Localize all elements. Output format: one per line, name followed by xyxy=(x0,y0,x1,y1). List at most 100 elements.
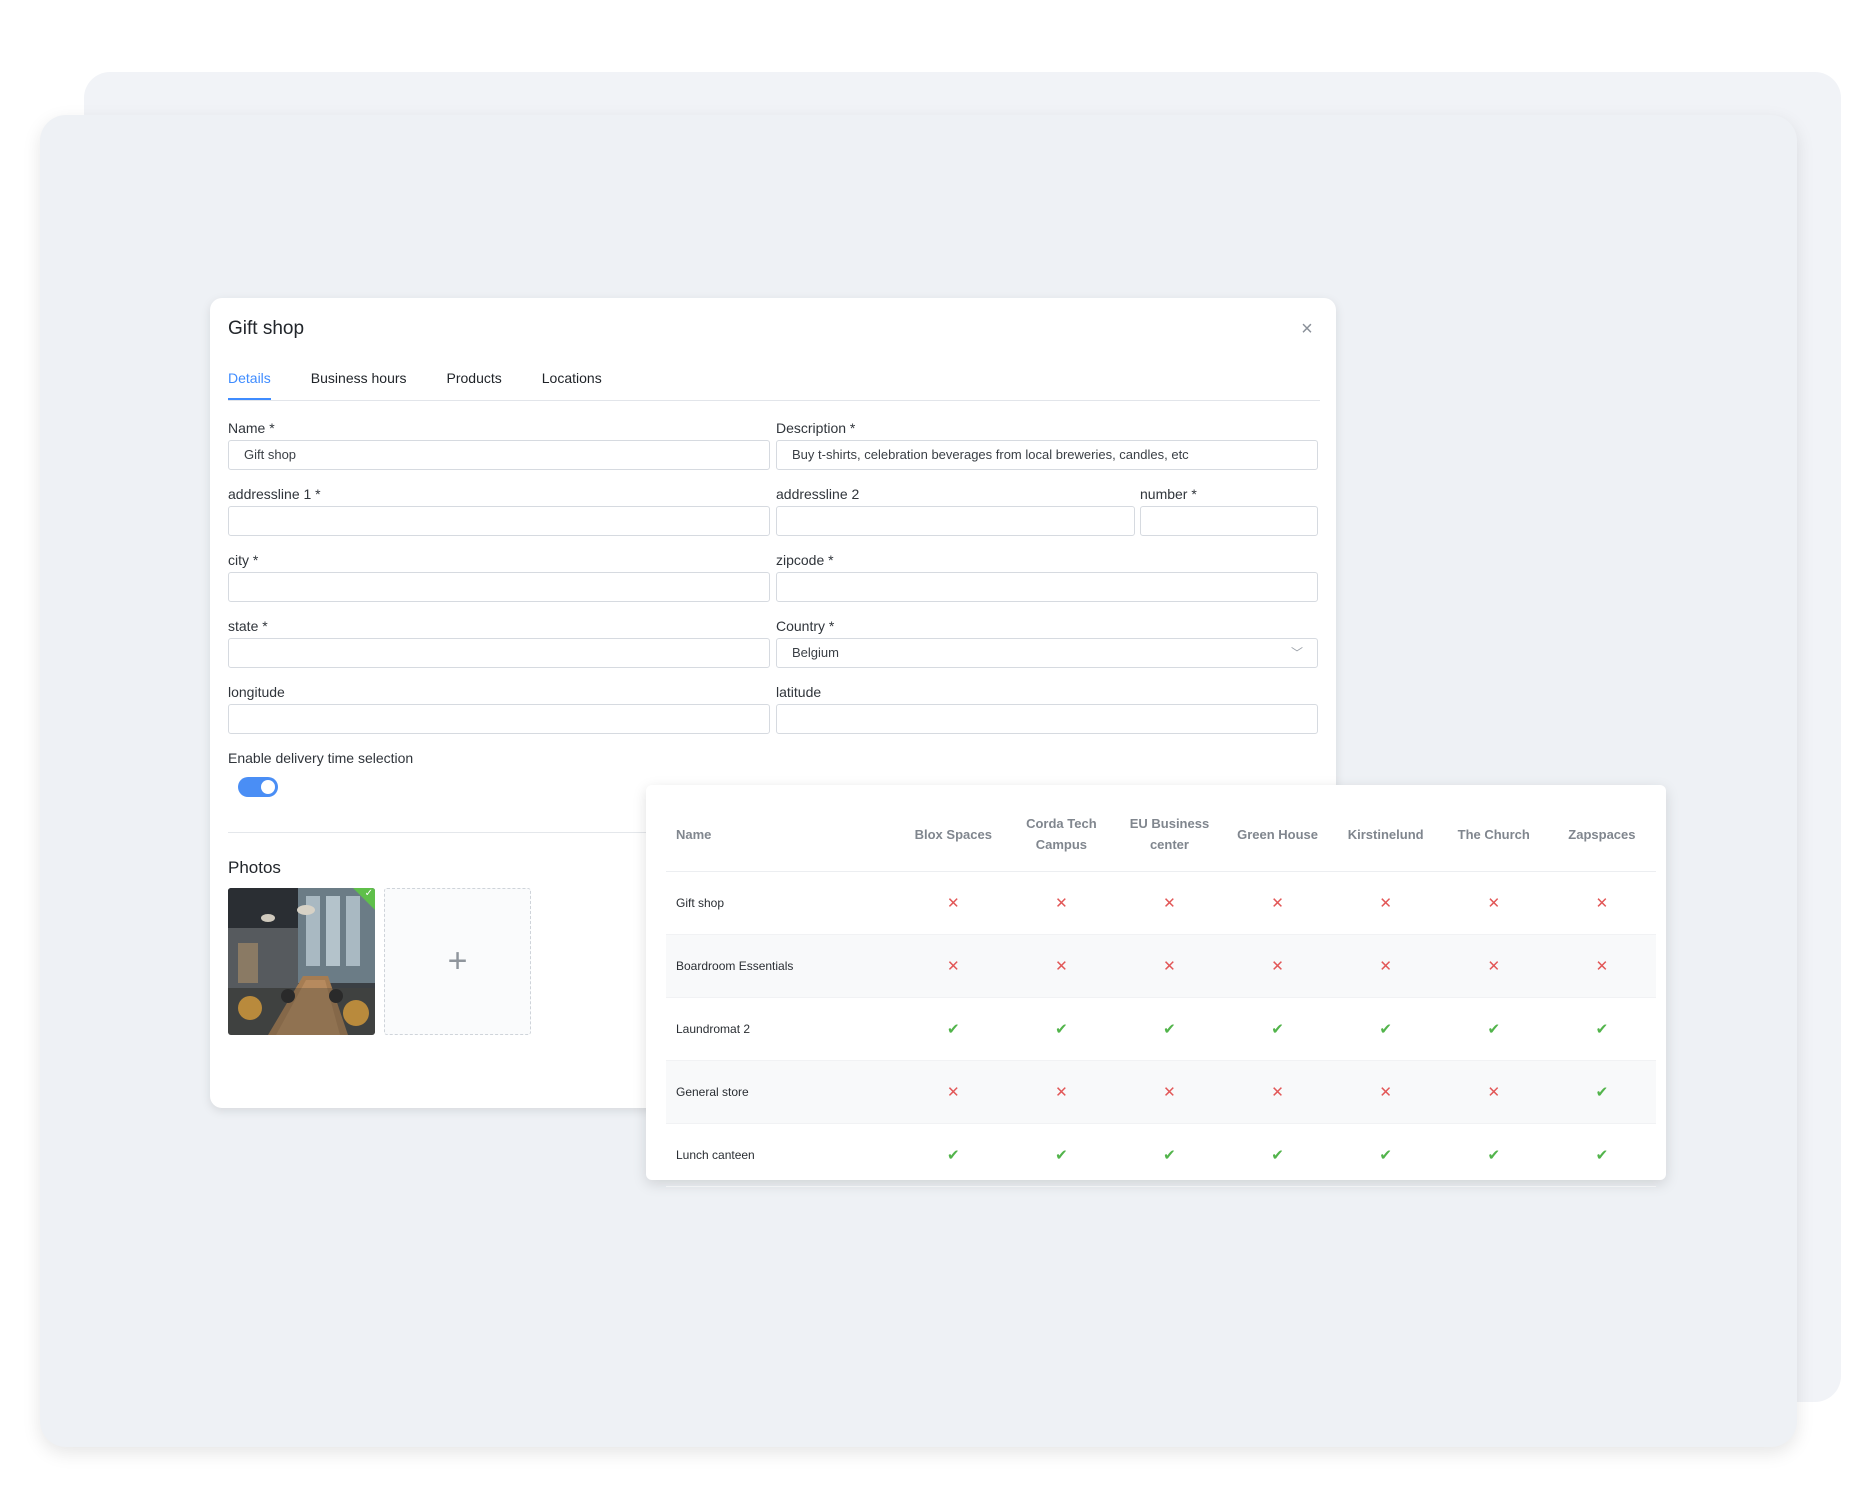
availability-cell: ✔ xyxy=(1115,997,1224,1061)
delivery-time-toggle[interactable] xyxy=(238,777,278,797)
toggle-knob xyxy=(261,780,275,794)
office-photo-image xyxy=(228,888,375,1035)
tab-details[interactable]: Details xyxy=(228,370,271,400)
checkmark-icon: ✔ xyxy=(1055,1147,1068,1164)
table-row: Gift shop ✕ ✕ ✕ ✕ ✕ ✕ ✕ xyxy=(666,871,1656,935)
table-row: Lunch canteen ✔ ✔ ✔ ✔ ✔ ✔ ✔ xyxy=(666,1123,1656,1187)
state-input[interactable] xyxy=(228,638,770,668)
tab-business-hours[interactable]: Business hours xyxy=(311,370,407,400)
name-label: Name * xyxy=(228,420,275,436)
modal-title: Gift shop xyxy=(228,318,305,339)
cross-icon: ✕ xyxy=(946,1084,960,1101)
availability-cell: ✔ xyxy=(1007,997,1116,1061)
availability-cell: ✔ xyxy=(1331,1123,1440,1187)
row-name-cell: General store xyxy=(666,1060,900,1124)
cross-icon: ✕ xyxy=(946,895,960,912)
cross-icon: ✕ xyxy=(1487,958,1501,975)
add-photo-button[interactable]: + xyxy=(384,888,531,1035)
photo-thumbnail[interactable]: ✓ xyxy=(228,888,375,1035)
availability-cell: ✔ xyxy=(1007,1123,1116,1187)
column-header: The Church xyxy=(1439,797,1548,872)
availability-cell: ✕ xyxy=(899,1060,1008,1124)
addressline1-input[interactable] xyxy=(228,506,770,536)
number-input[interactable] xyxy=(1140,506,1318,536)
cross-icon: ✕ xyxy=(1595,895,1609,912)
checkmark-icon: ✔ xyxy=(946,1147,960,1164)
latitude-input[interactable] xyxy=(776,704,1318,734)
checkmark-icon: ✔ xyxy=(1487,1147,1501,1164)
availability-cell: ✕ xyxy=(1223,1060,1332,1124)
cross-icon: ✕ xyxy=(1487,895,1501,912)
zipcode-input[interactable] xyxy=(776,572,1318,602)
chevron-down-icon: ﹀ xyxy=(1290,646,1303,660)
country-selected-value: Belgium xyxy=(792,645,839,660)
city-input[interactable] xyxy=(228,572,770,602)
availability-cell: ✔ xyxy=(1439,997,1548,1061)
plus-icon: + xyxy=(447,942,468,980)
cross-icon: ✕ xyxy=(1379,1084,1392,1101)
availability-cell: ✔ xyxy=(1547,1060,1656,1124)
availability-cell: ✕ xyxy=(899,934,1008,998)
longitude-input[interactable] xyxy=(228,704,770,734)
checkmark-icon: ✔ xyxy=(1163,1147,1176,1164)
cross-icon: ✕ xyxy=(1055,1084,1068,1101)
zipcode-label: zipcode * xyxy=(776,552,834,568)
availability-cell: ✔ xyxy=(1115,1123,1224,1187)
availability-cell: ✔ xyxy=(899,997,1008,1061)
availability-cell: ✔ xyxy=(1547,1123,1656,1187)
table-header-row: Name Blox Spaces Corda Tech Campus EU Bu… xyxy=(666,797,1656,872)
cross-icon: ✕ xyxy=(1379,958,1392,975)
availability-cell: ✕ xyxy=(1007,934,1116,998)
checkmark-icon: ✔ xyxy=(1163,1021,1176,1038)
checkmark-icon: ✔ xyxy=(1379,1147,1392,1164)
table-row: Boardroom Essentials ✕ ✕ ✕ ✕ ✕ ✕ ✕ xyxy=(666,934,1656,998)
checkmark-icon: ✔ xyxy=(1595,1021,1609,1038)
column-header: EU Business center xyxy=(1115,797,1224,872)
city-label: city * xyxy=(228,552,259,568)
latitude-label: latitude xyxy=(776,684,822,700)
availability-cell: ✕ xyxy=(1547,871,1656,935)
availability-cell: ✔ xyxy=(1223,1123,1332,1187)
tab-locations[interactable]: Locations xyxy=(542,370,602,400)
availability-cell: ✕ xyxy=(1439,1060,1548,1124)
checkmark-icon: ✔ xyxy=(1271,1147,1284,1164)
description-label: Description * xyxy=(776,420,856,436)
availability-cell: ✕ xyxy=(1331,871,1440,935)
availability-cell: ✕ xyxy=(1223,871,1332,935)
availability-cell: ✕ xyxy=(899,871,1008,935)
column-header: Blox Spaces xyxy=(899,797,1008,872)
longitude-label: longitude xyxy=(228,684,285,700)
cross-icon: ✕ xyxy=(1379,895,1392,912)
addressline2-label: addressline 2 xyxy=(776,486,860,502)
row-name-cell: Laundromat 2 xyxy=(666,997,900,1061)
addressline2-input[interactable] xyxy=(776,506,1135,536)
close-icon[interactable]: × xyxy=(1296,318,1318,340)
tab-products[interactable]: Products xyxy=(447,370,502,400)
country-label: Country * xyxy=(776,618,835,634)
table-row: General store ✕ ✕ ✕ ✕ ✕ ✕ ✔ xyxy=(666,1060,1656,1124)
cross-icon: ✕ xyxy=(1163,895,1176,912)
checkmark-icon: ✓ xyxy=(364,888,373,899)
country-select[interactable]: Belgium ﹀ xyxy=(776,638,1318,668)
description-input[interactable]: Buy t-shirts, celebration beverages from… xyxy=(776,440,1318,470)
cross-icon: ✕ xyxy=(1487,1084,1501,1101)
cross-icon: ✕ xyxy=(1595,958,1609,975)
availability-cell: ✕ xyxy=(1115,871,1224,935)
checkmark-icon: ✔ xyxy=(946,1021,960,1038)
column-header: Zapspaces xyxy=(1547,797,1656,872)
state-label: state * xyxy=(228,618,268,634)
cross-icon: ✕ xyxy=(1055,895,1068,912)
column-header: Corda Tech Campus xyxy=(1007,797,1116,872)
photos-title: Photos xyxy=(228,858,281,877)
column-header: Name xyxy=(666,797,900,872)
name-input[interactable]: Gift shop xyxy=(228,440,770,470)
cross-icon: ✕ xyxy=(1163,958,1176,975)
availability-cell: ✕ xyxy=(1547,934,1656,998)
row-name-cell: Boardroom Essentials xyxy=(666,934,900,998)
checkmark-icon: ✔ xyxy=(1271,1021,1284,1038)
tab-bar: Details Business hours Products Location… xyxy=(228,370,1320,401)
checkmark-icon: ✔ xyxy=(1379,1021,1392,1038)
row-name-cell: Lunch canteen xyxy=(666,1123,900,1187)
availability-cell: ✕ xyxy=(1007,871,1116,935)
column-header: Green House xyxy=(1223,797,1332,872)
